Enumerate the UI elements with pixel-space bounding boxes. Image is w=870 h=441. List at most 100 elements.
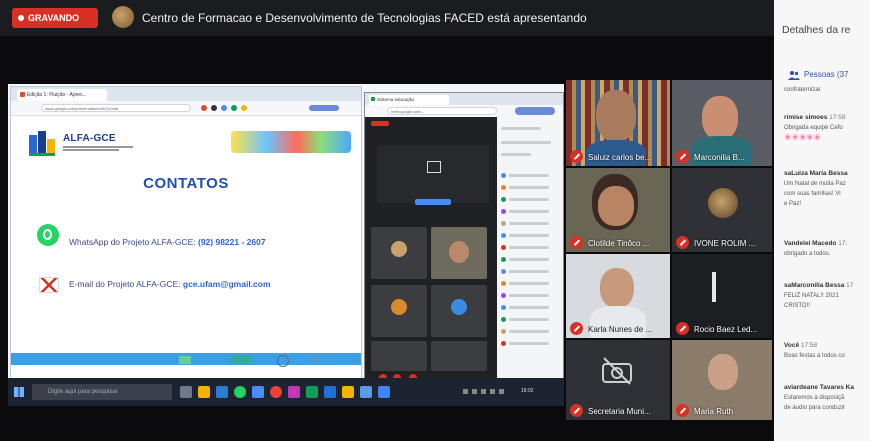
profile-chip[interactable] (309, 105, 339, 111)
nested-tile (371, 285, 427, 337)
camera-off-icon (600, 356, 634, 386)
presenter-avatar (112, 6, 134, 28)
chat-message: Boas festas a todos co (784, 353, 845, 359)
participant-tile[interactable]: Karla Nunes de ... (566, 254, 670, 338)
presenter-notice: Centro de Formacao e Desenvolvimento de … (142, 11, 587, 25)
participant-name: IVONE ROLIM ... (694, 239, 756, 248)
participant-name: Marconilia B... (694, 153, 745, 162)
mic-off-icon (676, 150, 689, 163)
windows-start-icon[interactable] (14, 387, 24, 397)
nested-tile (371, 227, 427, 279)
app-icon[interactable] (378, 386, 390, 398)
partner-logo-icon (231, 356, 251, 364)
chat-message: Obrigada equipe Cefo (784, 125, 843, 131)
participant-tile[interactable]: Rocio Baez Led... (672, 254, 772, 338)
participant-tile[interactable]: Saluiz carlos be... (566, 80, 670, 166)
meet-browser-window: Sistema educação meet.google.com/... (364, 92, 564, 383)
url-field[interactable]: www.google.com/presentation/d/1i7u/edit (41, 104, 191, 112)
taskbar-search[interactable]: Digite aqui para pesquisar (32, 384, 172, 400)
whatsapp-label: WhatsApp do Projeto ALFA-GCE: (69, 237, 196, 247)
participant-tile[interactable]: Marconilia B... (672, 80, 772, 166)
browser-tab[interactable]: Sistema educação (369, 95, 449, 105)
nested-tile (431, 341, 487, 371)
chat-sender: Vandelei Macedo 17: (784, 240, 848, 247)
whatsapp-taskbar-icon[interactable] (234, 386, 246, 398)
mic-off-icon (570, 236, 583, 249)
partner-logo-text: Lafort (309, 357, 325, 363)
nested-tile (371, 341, 427, 371)
partner-logo-icon (179, 356, 191, 364)
chat-message: confraternizar (784, 87, 821, 93)
present-icon (427, 161, 441, 173)
browser-tab-strip: Edição 1: Fluição - Aprec... (11, 87, 361, 101)
participant-name: Karla Nunes de ... (588, 325, 653, 334)
chat-message: Um Natal de muita Paz (784, 181, 846, 187)
edge-icon[interactable] (216, 386, 228, 398)
logo-title: ALFA-GCE (63, 133, 116, 144)
app-icon[interactable] (342, 386, 354, 398)
extension-icon[interactable] (231, 105, 237, 111)
chat-message: de áudio para conduzir (784, 405, 846, 411)
presentation-browser-window: Edição 1: Fluição - Aprec... www.google.… (10, 86, 362, 386)
address-bar: www.google.com/presentation/d/1i7u/edit (11, 101, 361, 116)
chat-sender: aviardeane Tavares Ka (784, 384, 854, 391)
app-icon[interactable] (306, 386, 318, 398)
mic-off-icon (676, 236, 689, 249)
people-tab[interactable]: Pessoas (37 (804, 70, 848, 79)
browser-tab[interactable]: Edição 1: Fluição - Aprec... (17, 89, 107, 101)
address-bar: meet.google.com/... (365, 105, 563, 117)
browser-tab-strip: Sistema educação (365, 93, 563, 105)
meeting-details-panel: Detalhes da re Pessoas (37 confraterniza… (774, 0, 870, 441)
nested-tile (431, 285, 487, 337)
nested-rec-badge (371, 121, 389, 126)
mic-off-icon (570, 150, 583, 163)
file-explorer-icon[interactable] (198, 386, 210, 398)
meet-top-bar: GRAVANDO Centro de Formacao e Desenvolvi… (0, 0, 870, 36)
mic-off-icon (676, 404, 689, 417)
nested-stop-button[interactable] (415, 199, 451, 205)
slide-heading: CONTATOS (143, 175, 229, 192)
extension-icon[interactable] (201, 105, 207, 111)
participant-name: Clotilde Tinôco ... (588, 239, 650, 248)
mic-off-icon (570, 322, 583, 335)
tray-icons[interactable] (463, 389, 513, 394)
extension-icon[interactable] (221, 105, 227, 111)
mic-off-icon (570, 404, 583, 417)
participant-avatar (708, 188, 738, 218)
system-tray: 18:02 (463, 387, 559, 397)
profile-chip[interactable] (515, 107, 555, 115)
extension-icon[interactable] (211, 105, 217, 111)
participant-tile[interactable]: Clotilde Tinôco ... (566, 168, 670, 252)
email-label: E-mail do Projeto ALFA-GCE: (69, 279, 181, 289)
extension-icon[interactable] (241, 105, 247, 111)
word-icon[interactable] (324, 386, 336, 398)
recording-badge[interactable]: GRAVANDO (12, 8, 98, 28)
chat-sender: saLuiza Maria Bessa (784, 170, 848, 177)
app-icon[interactable] (288, 386, 300, 398)
participant-name: Maria Ruth (694, 407, 734, 416)
nested-meet-view (365, 117, 497, 383)
chat-message: e Paz! (784, 201, 802, 207)
participant-tile[interactable]: Maria Ruth (672, 340, 772, 420)
url-field[interactable]: meet.google.com/... (387, 107, 497, 115)
participant-tile[interactable]: Secretaria Muni... (566, 340, 670, 420)
chat-message: CRISTO!! (784, 303, 810, 309)
participant-name: Saluiz carlos be... (588, 153, 652, 162)
whatsapp-icon (37, 224, 59, 246)
participant-video (596, 90, 636, 142)
participant-tile[interactable]: IVONE ROLIM ... (672, 168, 772, 252)
app-icon[interactable] (360, 386, 372, 398)
email-line: E-mail do Projeto ALFA-GCE: gce.ufam@gma… (69, 279, 271, 289)
mic-off-icon (676, 322, 689, 335)
chat-message: Estaremos à disposiçã (784, 395, 845, 401)
logo-subtitle-lines (63, 145, 133, 152)
app-icon[interactable] (252, 386, 264, 398)
panel-title: Detalhes da re (782, 24, 851, 36)
tray-clock: 18:02 (521, 388, 534, 394)
task-view-icon[interactable] (180, 386, 192, 398)
recording-label: GRAVANDO (28, 13, 80, 23)
chat-sender: rimise simoes 17:58 (784, 114, 846, 121)
windows-taskbar: Digite aqui para pesquisar 18:02 (8, 378, 564, 406)
chrome-icon[interactable] (270, 386, 282, 398)
chat-sender: Você 17:58 (784, 342, 818, 349)
